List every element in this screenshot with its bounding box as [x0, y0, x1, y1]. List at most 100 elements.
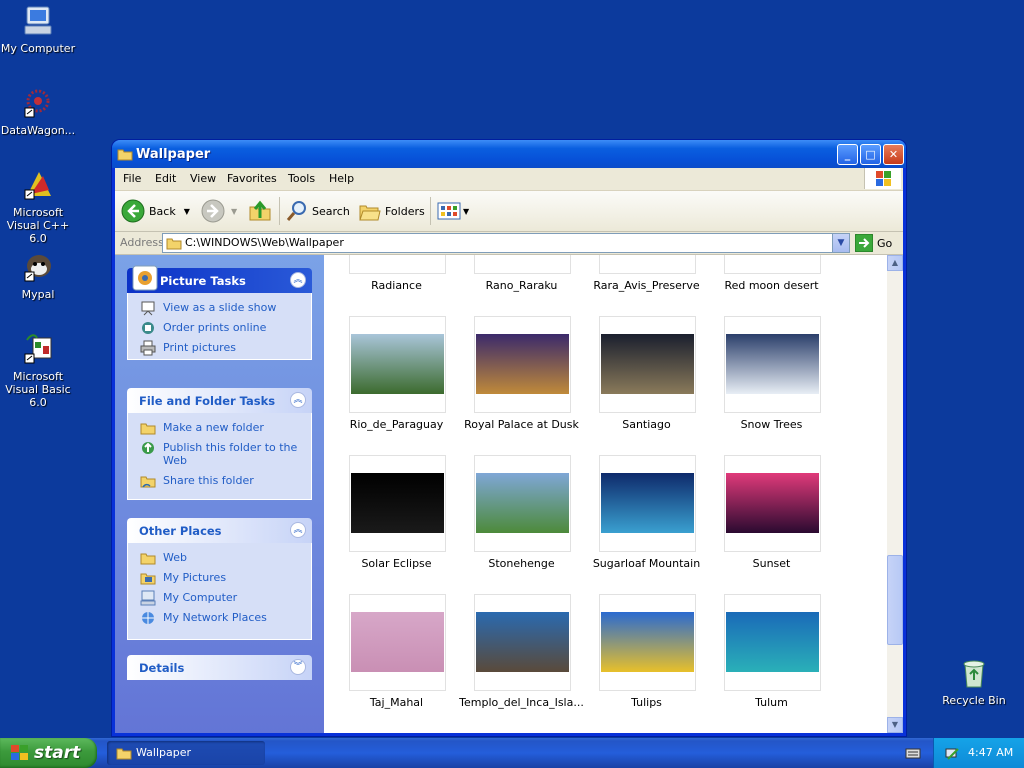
thumbnail-frame	[349, 594, 446, 691]
file-name: Red moon desert	[724, 279, 819, 292]
other-places-body: Web My Pictures My Computer My Network P…	[127, 543, 312, 640]
forward-button[interactable]: ▼	[201, 199, 237, 223]
desktop-icon-my-computer[interactable]: My Computer	[0, 4, 78, 55]
desktop-icon-label: Mypal	[21, 288, 55, 301]
details-header[interactable]: Details ︾	[127, 655, 312, 680]
thumbnail-image	[351, 612, 444, 672]
keyboard-icon[interactable]	[905, 746, 921, 760]
other-places-header[interactable]: Other Places ︽	[127, 518, 312, 543]
back-label: Back	[149, 204, 176, 218]
collapse-chevron-icon[interactable]: ︽	[290, 392, 306, 408]
thumbnail-frame	[724, 316, 821, 413]
address-bar: Address C:\WINDOWS\Web\Wallpaper ▼ Go	[115, 232, 903, 255]
thumbnail-frame	[474, 594, 571, 691]
picture-tasks-icon	[132, 265, 158, 291]
task-publish-web[interactable]: Publish this folder to the Web	[128, 441, 311, 467]
taskbar-window-label: Wallpaper	[136, 746, 192, 759]
address-dropdown-icon[interactable]: ▼	[832, 234, 849, 252]
file-name: Rio_de_Paraguay	[349, 418, 444, 431]
views-button[interactable]: ▼	[437, 199, 469, 223]
desktop-icon-label: DataWagon...	[0, 124, 76, 137]
thumbnail-frame	[599, 594, 696, 691]
task-share-folder[interactable]: Share this folder	[128, 474, 311, 488]
desktop-icon-visual-cpp[interactable]: Microsoft Visual C++ 6.0	[0, 168, 78, 245]
thumbnail-frame	[474, 255, 571, 274]
address-input[interactable]: C:\WINDOWS\Web\Wallpaper ▼	[162, 233, 850, 253]
search-button[interactable]: Search	[285, 199, 350, 223]
menu-favorites[interactable]: Favorites	[227, 172, 277, 185]
expand-chevron-icon[interactable]: ︾	[290, 659, 306, 675]
thumbnail-frame	[349, 455, 446, 552]
file-folder-tasks-header[interactable]: File and Folder Tasks ︽	[127, 388, 312, 413]
scroll-up-icon[interactable]: ▲	[887, 255, 903, 271]
menu-file[interactable]: File	[123, 172, 141, 185]
forward-dropdown-icon[interactable]: ▼	[231, 207, 237, 216]
address-label: Address	[120, 236, 164, 249]
file-view: Radiance Rano_Raraku Rara_Avis_Preserve Red…	[324, 255, 887, 733]
thumbnail-image	[726, 612, 819, 672]
task-label: Publish this folder to the Web	[163, 441, 298, 467]
menu-tools[interactable]: Tools	[288, 172, 315, 185]
go-button[interactable]: Go	[855, 234, 892, 252]
picture-tasks-body: View as a slide show Order prints online…	[127, 293, 312, 360]
scroll-thumb[interactable]	[887, 555, 903, 645]
picture-tasks-header[interactable]: Picture Tasks ︽	[127, 265, 312, 293]
thumbnail-image	[476, 473, 569, 533]
place-my-network[interactable]: My Network Places	[128, 611, 311, 624]
folder-icon	[140, 553, 156, 565]
toolbar: Back ▼ ▼ Search Folders ▼	[115, 191, 903, 232]
thumbnail-image	[601, 612, 694, 672]
close-icon: ✕	[888, 148, 899, 161]
file-name: Tulum	[755, 696, 788, 709]
my-computer-icon	[140, 590, 156, 606]
maximize-button[interactable]: □	[860, 144, 881, 165]
task-label: Order prints online	[163, 321, 267, 334]
title-bar[interactable]: Wallpaper _ □ ✕	[112, 140, 906, 168]
task-view-slideshow[interactable]: View as a slide show	[128, 301, 311, 316]
file-name: Templo_del_Inca_Isla...	[459, 696, 584, 709]
slideshow-icon	[141, 301, 155, 316]
taskbar-window-button[interactable]: Wallpaper	[107, 741, 265, 765]
start-button[interactable]: start	[0, 738, 97, 768]
thumbnail-frame	[599, 316, 696, 413]
desktop-icon-recycle-bin[interactable]: Recycle Bin	[934, 656, 1014, 707]
task-print-pictures[interactable]: Print pictures	[128, 340, 311, 356]
folder-icon	[116, 748, 132, 760]
close-button[interactable]: ✕	[883, 144, 904, 165]
clock: 4:47 AM	[968, 746, 1014, 759]
windows-logo-icon	[864, 168, 901, 189]
thumbnail-image	[601, 334, 694, 394]
publish-web-icon	[142, 442, 154, 454]
up-folder-button[interactable]	[248, 199, 272, 223]
desktop-icon-visual-basic[interactable]: Microsoft Visual Basic 6.0	[0, 332, 78, 409]
place-my-computer[interactable]: My Computer	[128, 590, 311, 606]
task-order-prints[interactable]: Order prints online	[128, 321, 311, 334]
file-name: Taj_Mahal	[369, 696, 424, 709]
back-button[interactable]: Back ▼	[121, 199, 190, 223]
visual-cpp-icon	[21, 168, 55, 202]
menu-help[interactable]: Help	[329, 172, 354, 185]
desktop-icon-datawagon[interactable]: DataWagon...	[0, 86, 78, 137]
file-name: Snow Trees	[740, 418, 803, 431]
start-label: start	[34, 743, 81, 763]
minimize-button[interactable]: _	[837, 144, 858, 165]
place-web[interactable]: Web	[128, 551, 311, 565]
desktop-icon-mypal[interactable]: Mypal	[0, 250, 78, 301]
task-new-folder[interactable]: Make a new folder	[128, 421, 311, 435]
task-pane: Picture Tasks ︽ View as a slide show Ord…	[115, 255, 324, 733]
scroll-down-icon[interactable]: ▼	[887, 717, 903, 733]
back-dropdown-icon[interactable]: ▼	[184, 207, 190, 216]
place-label: My Network Places	[163, 611, 267, 624]
menu-view[interactable]: View	[190, 172, 216, 185]
file-name: Sugarloaf Mountain	[592, 557, 701, 570]
folders-button[interactable]: Folders	[358, 199, 425, 223]
menu-edit[interactable]: Edit	[155, 172, 176, 185]
collapse-chevron-icon[interactable]: ︽	[290, 522, 306, 538]
collapse-chevron-icon[interactable]: ︽	[290, 272, 306, 288]
place-my-pictures[interactable]: My Pictures	[128, 571, 311, 585]
thumbnail-frame	[724, 594, 821, 691]
vertical-scrollbar[interactable]: ▲ ▼	[887, 255, 903, 733]
network-tray-icon[interactable]	[944, 745, 960, 761]
up-folder-icon	[249, 200, 271, 221]
other-places-panel: Other Places ︽ Web My Pictures My Comput…	[127, 518, 312, 640]
